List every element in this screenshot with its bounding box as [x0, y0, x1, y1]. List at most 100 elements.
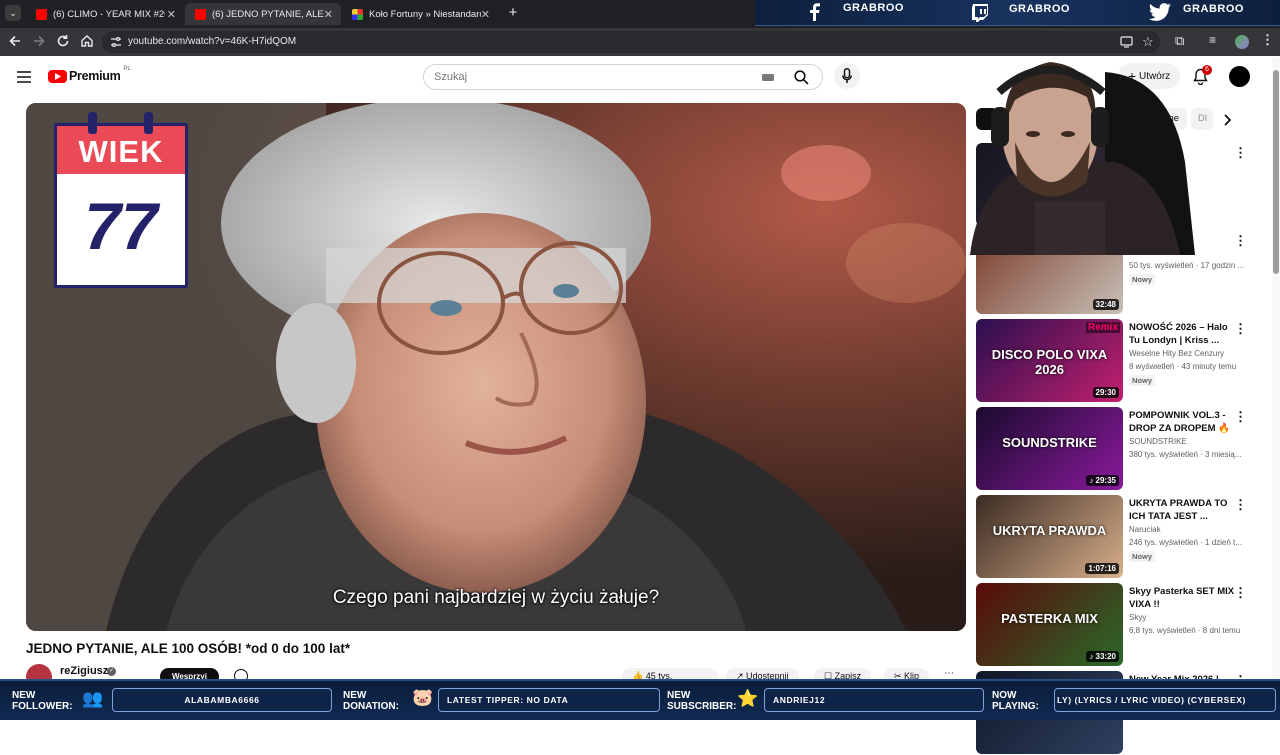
- search-box[interactable]: [423, 64, 823, 90]
- install-app-icon[interactable]: [1120, 36, 1133, 48]
- youtube-play-icon: [48, 69, 67, 83]
- region-code: PL: [123, 66, 131, 72]
- youtube-premium-logo[interactable]: Premium PL: [48, 66, 131, 83]
- more-options-icon[interactable]: ⋮: [1234, 585, 1247, 601]
- channel-name[interactable]: SOUNDSTRIKE: [1129, 437, 1249, 446]
- duration-badge: 32:48: [1092, 299, 1119, 310]
- social-handle: GRABROO: [1009, 3, 1070, 15]
- subscriber-label: NEW SUBSCRIBER:: [667, 690, 737, 712]
- video-title[interactable]: POMPOWNIK VOL.3 - DROP ZA DROPEM 🔥: [1129, 409, 1241, 435]
- more-options-icon[interactable]: ⋮: [1234, 497, 1247, 513]
- video-title[interactable]: Skyy Pasterka SET MIX VIXA !!: [1129, 585, 1241, 611]
- tab-label: Koło Fortuny » Niestandardowy: [369, 8, 481, 20]
- video-thumbnail[interactable]: DISCO POLO VIXA 2026 Remix 29:30: [976, 319, 1123, 402]
- media-controls-icon[interactable]: ≡: [1209, 33, 1216, 47]
- more-options-icon[interactable]: ⋮: [1234, 321, 1247, 337]
- duration-badge: ♪ 33:20: [1086, 651, 1119, 662]
- new-tab-button[interactable]: +: [505, 4, 521, 22]
- thumbnail-text: PASTERKA MIX: [1001, 611, 1098, 626]
- browser-tab-3[interactable]: Koło Fortuny » Niestandardowy ✕: [342, 3, 498, 25]
- close-icon[interactable]: ✕: [167, 8, 176, 21]
- more-options-icon[interactable]: ⋮: [1234, 409, 1247, 425]
- reload-button[interactable]: [55, 34, 71, 50]
- back-button[interactable]: [7, 34, 23, 50]
- video-title: JEDNO PYTANIE, ALE 100 OSÓB! *od 0 do 10…: [26, 641, 351, 656]
- browser-tab-1[interactable]: (6) CLIMO - YEAR MIX #2025 - ✕: [26, 3, 184, 25]
- facebook-icon: [810, 3, 820, 21]
- video-thumbnail[interactable]: UKRYTA PRAWDA 1:07:16: [976, 495, 1123, 578]
- site-info-icon[interactable]: [110, 36, 122, 48]
- duration-badge: ♪ 29:35: [1086, 475, 1119, 486]
- address-bar[interactable]: youtube.com/watch?v=46K-H7idQOM ☆: [102, 31, 1160, 53]
- close-icon[interactable]: ✕: [481, 8, 490, 21]
- video-thumbnail[interactable]: PASTERKA MIX ♪ 33:20: [976, 583, 1123, 666]
- forward-button[interactable]: [31, 34, 47, 50]
- recommended-video[interactable]: UKRYTA PRAWDA 1:07:16 UKRYTA PRAWDA TO ICH…: [976, 495, 1276, 579]
- save-button[interactable]: ☐ Zapisz: [814, 668, 872, 679]
- video-player[interactable]: WIEK 77 Czego pani najbardziej w życiu ż…: [26, 103, 966, 631]
- bookmark-star-icon[interactable]: ☆: [1142, 34, 1154, 50]
- channel-name[interactable]: reZigiusz: [60, 665, 108, 677]
- home-button[interactable]: [79, 34, 95, 50]
- reload-icon: [57, 35, 69, 47]
- duration-badge: 29:30: [1092, 387, 1119, 398]
- url-text: youtube.com/watch?v=46K-H7idQOM: [128, 36, 297, 47]
- thumbnail-tag: Remix: [1085, 322, 1120, 333]
- clip-button[interactable]: ✂ Klip: [884, 668, 930, 679]
- duration-badge: 1:07:16: [1085, 563, 1119, 574]
- stream-social-banner: GRABROO GRABROO GRABROO: [755, 0, 1280, 26]
- channel-name[interactable]: Weselne Hity Bez Cenzury: [1129, 349, 1249, 358]
- bell-subscribe-icon[interactable]: [234, 669, 248, 679]
- hamburger-menu-icon[interactable]: [17, 71, 31, 83]
- chevron-right-icon[interactable]: [1223, 114, 1232, 126]
- video-thumbnail[interactable]: SOUNDSTRIKE ♪ 29:35: [976, 407, 1123, 490]
- channel-name[interactable]: Skyy: [1129, 613, 1249, 622]
- share-button[interactable]: ↗ Udostępnij: [726, 668, 799, 679]
- browser-tab-2[interactable]: (6) JEDNO PYTANIE, ALE 100 O ✕: [185, 3, 341, 25]
- tab-label: (6) CLIMO - YEAR MIX #2025 -: [53, 8, 165, 20]
- youtube-favicon-icon: [36, 8, 47, 20]
- follower-user-icon: 👥: [82, 689, 104, 708]
- extensions-icon[interactable]: ⧉: [1175, 33, 1184, 49]
- close-icon[interactable]: ✕: [324, 8, 333, 21]
- calendar-ring-icon: [144, 112, 153, 134]
- more-options-icon[interactable]: ⋮: [1234, 233, 1247, 249]
- new-badge: Nowy: [1129, 551, 1156, 562]
- logo-text: Premium: [69, 69, 121, 83]
- now-playing-value: LY) (LYRICS / LYRIC VIDEO) (CYBERSEX): [1054, 688, 1276, 712]
- video-meta: 6,8 tys. wyświetleń · 8 dni temu: [1129, 626, 1241, 635]
- more-options-icon[interactable]: ⋮: [1234, 145, 1247, 161]
- more-actions-icon[interactable]: ⋯: [944, 668, 954, 679]
- channel-name[interactable]: Naruciak: [1129, 525, 1249, 534]
- wheel-favicon-icon: [352, 8, 363, 20]
- profile-avatar[interactable]: [1235, 35, 1249, 49]
- video-title[interactable]: NOWOŚĆ 2026 – Halo Tu Londyn | Kriss ...: [1129, 321, 1241, 347]
- account-avatar[interactable]: [1229, 66, 1250, 87]
- calendar-ring-icon: [88, 112, 97, 134]
- recommended-video[interactable]: DISCO POLO VIXA 2026 Remix 29:30 NOWOŚĆ 202…: [976, 319, 1276, 403]
- search-icon[interactable]: [794, 70, 809, 85]
- chevron-down-icon: ⌄: [9, 8, 17, 18]
- search-input[interactable]: [434, 69, 754, 85]
- donation-value: LATEST TIPPER: NO DATA: [438, 688, 660, 712]
- scrollbar-thumb[interactable]: [1273, 70, 1279, 274]
- video-title[interactable]: UKRYTA PRAWDA TO ICH TATA JEST ...: [1129, 497, 1241, 523]
- save-label: Zapisz: [834, 671, 862, 679]
- page-scrollbar[interactable]: [1272, 58, 1280, 678]
- support-button[interactable]: Wesprzyj: [160, 668, 219, 679]
- thumbnail-text: DISCO POLO VIXA 2026: [991, 347, 1108, 377]
- now-playing-label: NOW PLAYING:: [992, 690, 1039, 712]
- browser-menu-icon[interactable]: ⋮: [1261, 32, 1274, 48]
- like-button[interactable]: 👍 45 tys.: [622, 668, 718, 679]
- voice-search-button[interactable]: [834, 63, 860, 89]
- follower-value: ALABAMBA6666: [112, 688, 332, 712]
- channel-avatar[interactable]: [26, 664, 52, 679]
- recommended-video[interactable]: SOUNDSTRIKE ♪ 29:35 POMPOWNIK VOL.3 - DROP…: [976, 407, 1276, 491]
- stream-alerts-bar: NEW FOLLOWER: 👥 ALABAMBA6666 NEW DONATIO…: [0, 679, 1280, 720]
- age-number: 77: [84, 189, 158, 263]
- keyboard-icon[interactable]: [762, 74, 774, 81]
- recommended-video[interactable]: PASTERKA MIX ♪ 33:20 Skyy Pasterka SET MIX…: [976, 583, 1276, 667]
- twitch-icon: [972, 4, 988, 22]
- tab-search-button[interactable]: ⌄: [5, 5, 21, 21]
- tab-label: (6) JEDNO PYTANIE, ALE 100 O: [212, 8, 324, 20]
